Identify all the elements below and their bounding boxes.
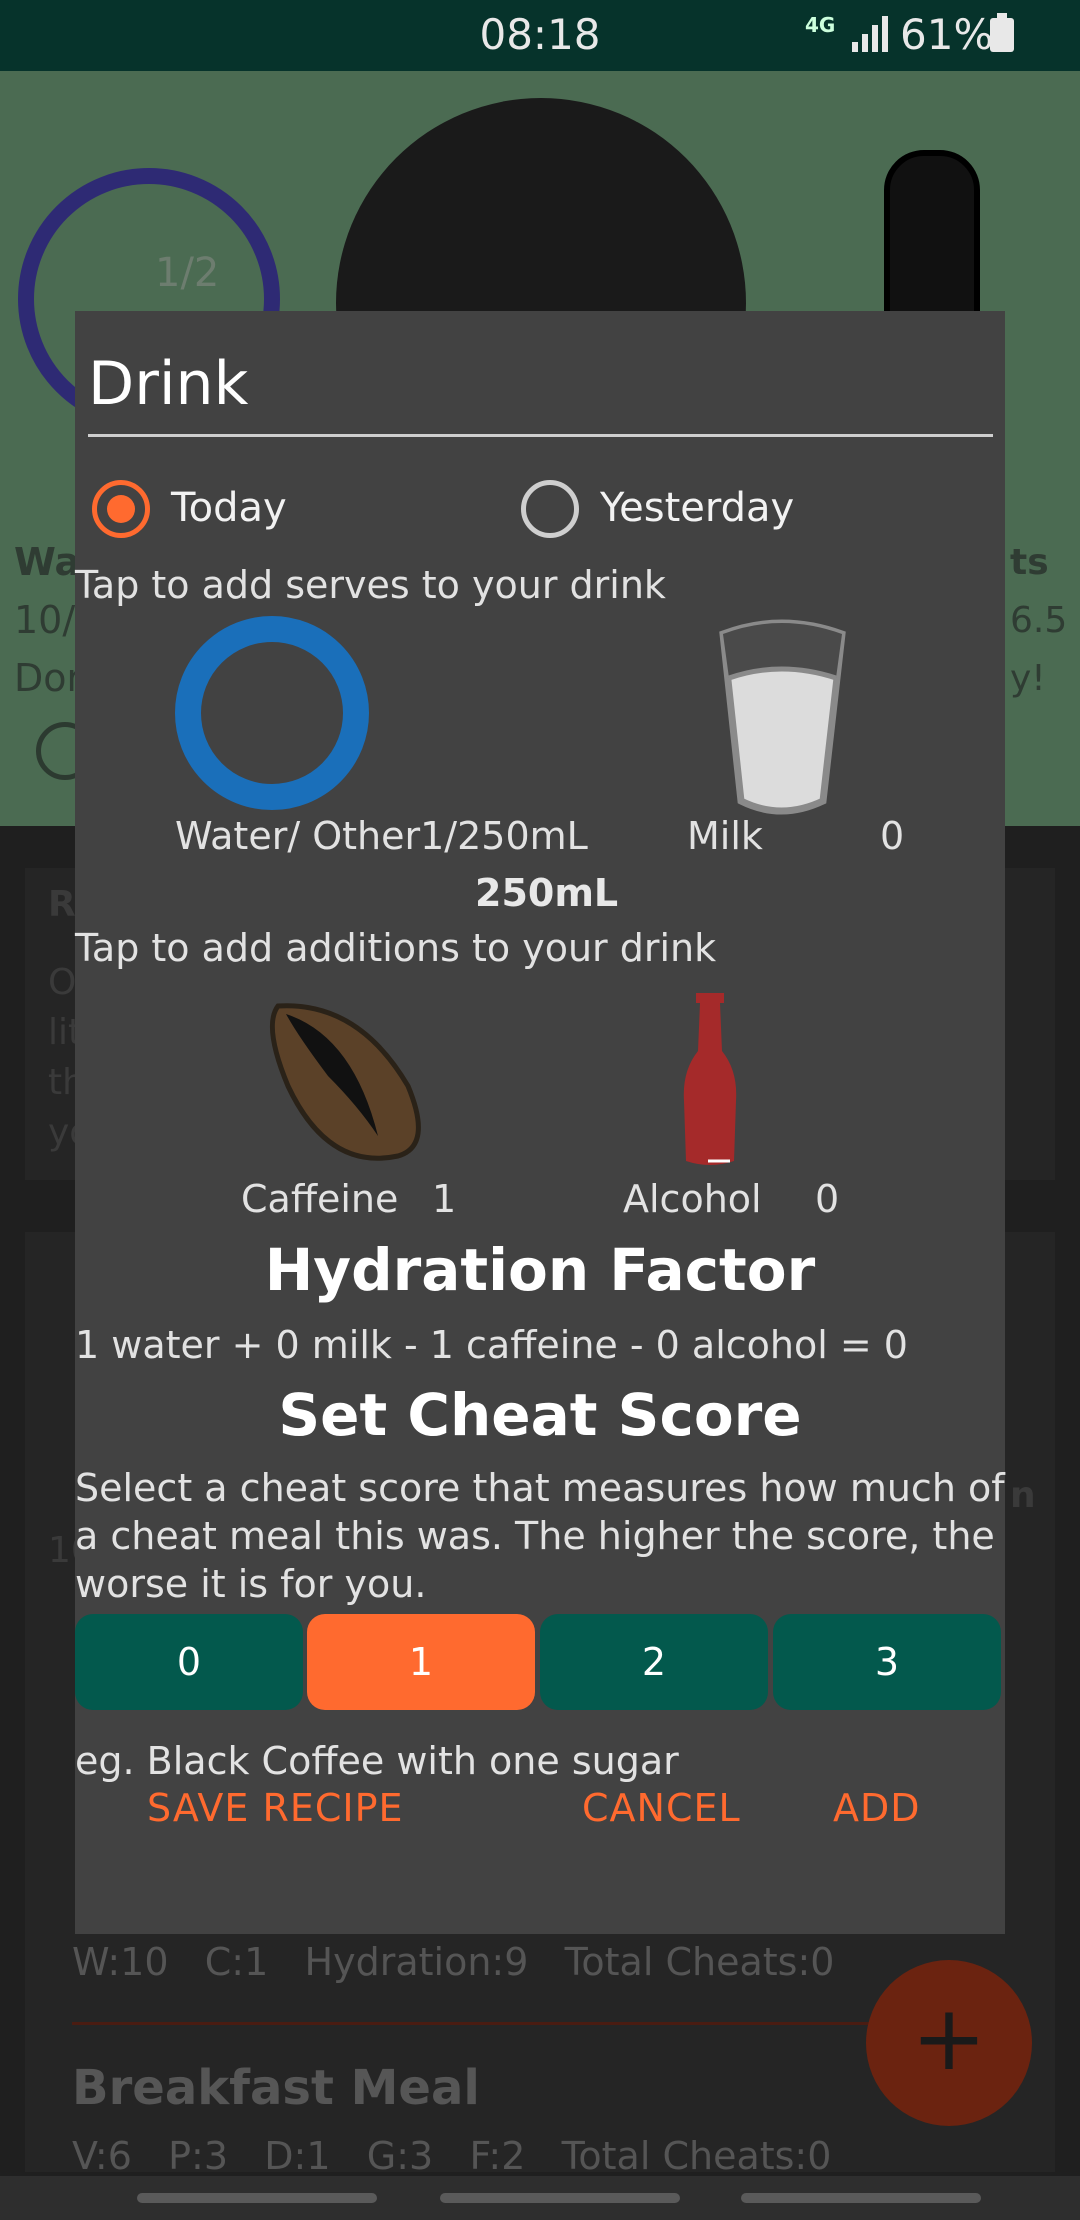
milk-glass-icon[interactable] — [715, 616, 850, 816]
bg-label: Dor — [14, 656, 83, 700]
bg-label: 6.5 — [1010, 600, 1068, 641]
bg-label: y! — [1010, 658, 1046, 699]
cheat-description-line: worse it is for you. — [75, 1562, 427, 1606]
meal-stats: V:6 P:3 D:1 G:3 F:2 Total Cheats:0 — [72, 2134, 831, 2178]
milk-label: Milk — [687, 814, 763, 858]
stat-hydration: Hydration:9 — [304, 1940, 529, 1984]
stat-w: W:10 — [72, 1940, 169, 1984]
divider — [72, 2022, 872, 2025]
bg-label: R — [48, 884, 76, 925]
cheat-score-3-button[interactable]: 3 — [773, 1614, 1001, 1710]
caffeine-label: Caffeine — [241, 1177, 399, 1221]
bg-label: O — [48, 962, 77, 1003]
today-label[interactable]: Today — [171, 485, 287, 531]
battery-icon — [990, 13, 1014, 52]
title-divider — [88, 434, 993, 437]
water-amount: 250mL — [475, 871, 619, 915]
meal-title: Breakfast Meal — [72, 2060, 480, 2116]
bg-label: n — [1010, 1475, 1036, 1516]
additions-hint: Tap to add additions to your drink — [75, 926, 717, 970]
bg-label: Wa — [14, 540, 81, 584]
water-serve-icon[interactable] — [175, 616, 369, 810]
cheat-description-line: a cheat meal this was. The higher the sc… — [75, 1514, 995, 1558]
milk-count: 0 — [880, 814, 905, 858]
water-label: Water/ Other1/250mL — [175, 814, 588, 858]
battery-percent: 61% — [900, 10, 994, 59]
caffeine-count: 1 — [432, 1177, 457, 1221]
save-recipe-button[interactable]: SAVE RECIPE — [147, 1786, 404, 1830]
cheat-score-0-button[interactable]: 0 — [75, 1614, 303, 1710]
stat-f: F:2 — [469, 2134, 526, 2178]
bg-label: ts — [1010, 542, 1049, 583]
cheat-heading: Set Cheat Score — [278, 1381, 802, 1449]
signal-icon — [852, 16, 888, 52]
alcohol-bottle-icon[interactable] — [670, 991, 750, 1171]
cheat-description-line: Select a cheat score that measures how m… — [75, 1466, 1005, 1510]
dialog-title: Drink — [88, 349, 249, 419]
yesterday-label[interactable]: Yesterday — [600, 485, 794, 531]
stat-total-cheats: Total Cheats:0 — [564, 1940, 835, 1984]
cheat-score-selector: 0 1 2 3 — [75, 1614, 1005, 1710]
stat-g: G:3 — [366, 2134, 434, 2178]
alcohol-label: Alcohol — [623, 1177, 762, 1221]
network-type: 4G — [805, 13, 836, 37]
add-fab-button[interactable]: + — [866, 1960, 1032, 2126]
water-value: 1/250mL — [420, 814, 588, 858]
add-button[interactable]: ADD — [833, 1786, 921, 1830]
coffee-bean-icon[interactable] — [258, 996, 438, 1171]
bg-label: 10/ — [14, 598, 76, 642]
stat-p: P:3 — [168, 2134, 229, 2178]
hydration-heading: Hydration Factor — [264, 1236, 816, 1304]
cheat-example: eg. Black Coffee with one sugar — [75, 1739, 679, 1783]
hydration-formula: 1 water + 0 milk - 1 caffeine - 0 alcoho… — [75, 1323, 908, 1367]
cheat-score-1-button[interactable]: 1 — [307, 1614, 535, 1710]
drink-dialog: Drink Today Yesterday Tap to add serves … — [75, 311, 1005, 1934]
serves-hint: Tap to add serves to your drink — [75, 563, 666, 607]
nav-back-button[interactable] — [741, 2193, 981, 2203]
stat-c: C:1 — [204, 1940, 269, 1984]
stat-total-cheats: Total Cheats:0 — [561, 2134, 832, 2178]
yesterday-radio[interactable] — [521, 480, 579, 538]
cheat-score-2-button[interactable]: 2 — [540, 1614, 768, 1710]
plus-icon: + — [911, 1986, 987, 2091]
status-bar: 08:18 4G 61% — [0, 0, 1080, 71]
today-radio[interactable] — [92, 480, 150, 538]
cancel-button[interactable]: CANCEL — [582, 1786, 741, 1830]
stat-d: D:1 — [264, 2134, 331, 2178]
stat-v: V:6 — [72, 2134, 132, 2178]
alcohol-count: 0 — [815, 1177, 840, 1221]
caffeine-progress-count: 1/2 — [155, 250, 220, 296]
drink-stats: W:10 C:1 Hydration:9 Total Cheats:0 — [72, 1940, 834, 1984]
nav-home-button[interactable] — [440, 2193, 680, 2203]
navigation-bar — [0, 2176, 1080, 2220]
nav-recent-button[interactable] — [137, 2193, 377, 2203]
